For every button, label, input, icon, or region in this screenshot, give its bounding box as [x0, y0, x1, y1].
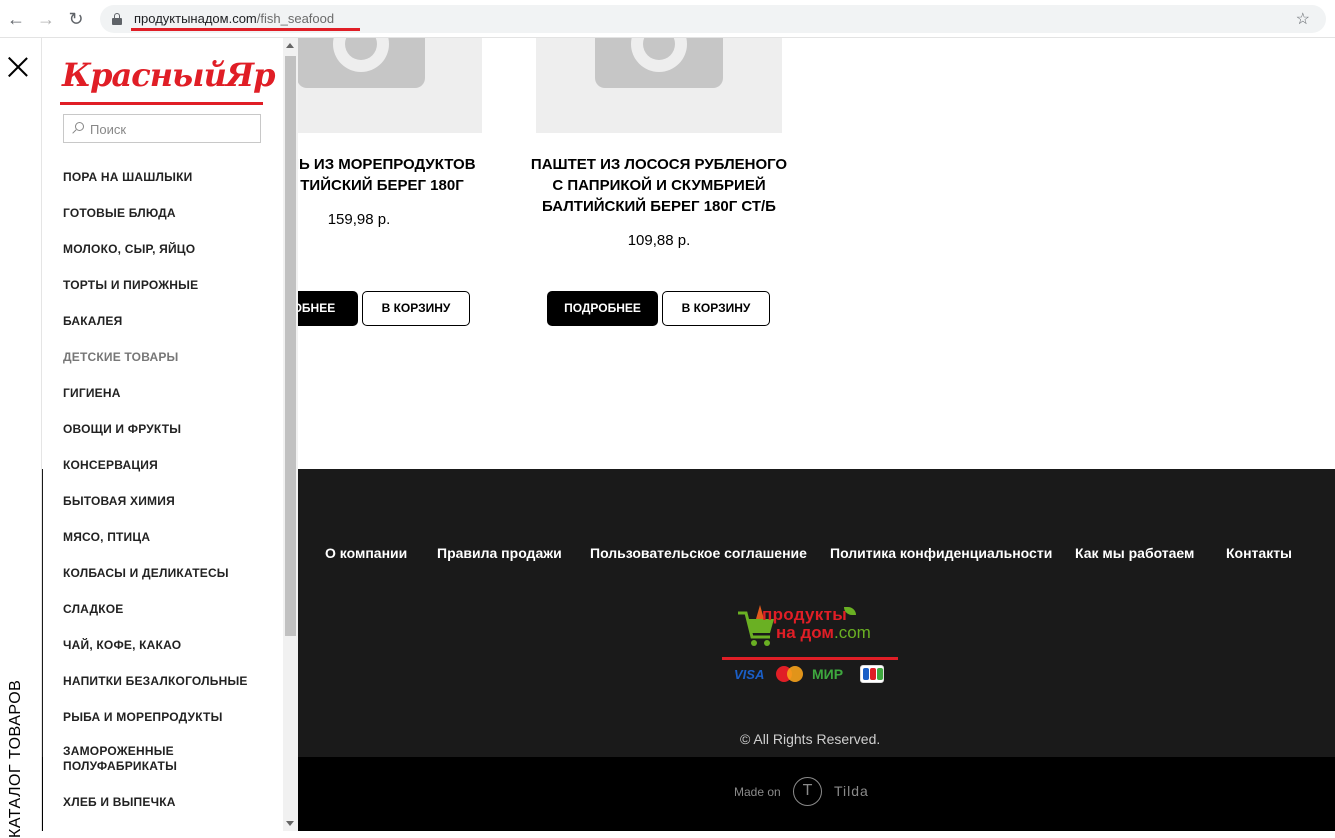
scroll-down-arrow-icon[interactable]	[286, 821, 294, 826]
payment-methods: VISA МИР	[734, 664, 886, 684]
product-details-button[interactable]: ПОДРОБНЕЕ	[547, 291, 658, 326]
menu-item-dairy[interactable]: МОЛОКО, СЫР, ЯЙЦО	[63, 242, 195, 257]
brand-annotation-underline	[60, 102, 263, 105]
menu-item-frozen-line: ПОЛУФАБРИКАТЫ	[63, 759, 178, 773]
menu-item-hygiene[interactable]: ГИГИЕНА	[63, 386, 121, 401]
url-annotation-underline	[131, 28, 360, 31]
visa-logo: VISA	[734, 667, 765, 682]
footer-link-sales-rules[interactable]: Правила продажи	[437, 545, 562, 561]
product-title-line: С ПАПРИКОЙ И СКУМБРИЕЙ	[552, 177, 766, 194]
menu-item-frozen-line: ЗАМОРОЖЕННЫЕ	[63, 744, 174, 758]
search-box[interactable]	[63, 114, 261, 143]
mastercard-icon	[776, 666, 804, 682]
footer-link-user-agreement[interactable]: Пользовательское соглашение	[590, 545, 807, 561]
menu-item-frozen[interactable]: ЗАМОРОЖЕННЫЕ ПОЛУФАБРИКАТЫ	[63, 744, 177, 774]
menu-item-bbq[interactable]: ПОРА НА ШАШЛЫКИ	[63, 170, 192, 185]
catalog-sidebar: КрасныйЯр ПОРА НА ШАШЛЫКИ ГОТОВЫЕ БЛЮДА …	[43, 38, 283, 831]
catalog-vertical-label[interactable]: КАТАЛОГ ТОВАРОВ	[7, 680, 25, 838]
footer-link-privacy-policy[interactable]: Политика конфиденциальности	[830, 545, 1052, 561]
reload-icon[interactable]: ↻	[66, 9, 86, 29]
back-arrow-icon[interactable]: ←	[6, 9, 26, 29]
footer-logo[interactable]: продукты на дом.com	[734, 603, 894, 659]
url-text[interactable]: продуктынадом.com/fish_seafood	[134, 11, 334, 26]
url-path: /fish_seafood	[256, 11, 335, 26]
logo-annotation-underline	[722, 657, 898, 660]
footer-link-contacts[interactable]: Контакты	[1226, 545, 1292, 561]
close-icon[interactable]	[7, 56, 29, 78]
made-on-text: Made on	[734, 785, 781, 799]
menu-item-meat[interactable]: МЯСО, ПТИЦА	[63, 530, 150, 545]
product-title-line: БАЛТИЙСКИЙ БЕРЕГ 180Г СТ/Б	[542, 198, 776, 215]
search-input[interactable]	[90, 119, 256, 139]
search-icon	[72, 122, 84, 134]
footer-link-about[interactable]: О компании	[325, 545, 407, 561]
product-title[interactable]: ПАШТЕТ ИЗ ЛОСОСЯ РУБЛЕНОГО С ПАПРИКОЙ И …	[515, 154, 803, 217]
product-title-line: ТИЙСКИЙ БЕРЕГ 180Г	[300, 177, 464, 194]
menu-item-grocery[interactable]: БАКАЛЕЯ	[63, 314, 122, 329]
scroll-up-arrow-icon[interactable]	[286, 43, 294, 48]
menu-item-ready-meals[interactable]: ГОТОВЫЕ БЛЮДА	[63, 206, 176, 221]
product-title-line: ЛЬ ИЗ МОРЕПРОДУКТОВ	[288, 156, 476, 173]
menu-item-fruits-vegetables[interactable]: ОВОЩИ И ФРУКТЫ	[63, 422, 181, 437]
product-price: 109,88 р.	[627, 232, 691, 249]
menu-item-bread[interactable]: ХЛЕБ И ВЫПЕЧКА	[63, 795, 176, 810]
jcb-icon	[860, 665, 884, 683]
menu-item-tea-coffee[interactable]: ЧАЙ, КОФЕ, КАКАО	[63, 638, 181, 653]
url-host: продуктынадом.com	[134, 11, 257, 26]
product-image-placeholder[interactable]	[536, 38, 782, 133]
mir-logo: МИР	[812, 666, 844, 682]
menu-close-strip: КАТАЛОГ ТОВАРОВ	[0, 38, 42, 838]
product-title-line: ПАШТЕТ ИЗ ЛОСОСЯ РУБЛЕНОГО	[530, 156, 788, 173]
menu-item-fish-seafood[interactable]: РЫБА И МОРЕПРОДУКТЫ	[63, 710, 223, 725]
sidebar-scrollbar[interactable]	[283, 38, 298, 831]
brand-logo[interactable]: КрасныйЯр	[62, 56, 275, 101]
menu-item-canned[interactable]: КОНСЕРВАЦИЯ	[63, 458, 158, 473]
scrollbar-thumb[interactable]	[285, 56, 296, 636]
footer-logo-line: на дом.com	[776, 623, 871, 643]
menu-item-kids[interactable]: ДЕТСКИЕ ТОВАРЫ	[63, 350, 179, 365]
copyright-text: © All Rights Reserved.	[740, 731, 881, 747]
footer-link-how-we-work[interactable]: Как мы работаем	[1075, 545, 1194, 561]
menu-item-sausages[interactable]: КОЛБАСЫ И ДЕЛИКАТЕСЫ	[63, 566, 229, 581]
tilda-text: Tilda	[834, 783, 869, 799]
menu-item-sweets[interactable]: СЛАДКОЕ	[63, 602, 124, 617]
camera-icon	[595, 38, 723, 88]
forward-arrow-icon[interactable]: →	[36, 9, 56, 29]
product-title[interactable]: ЛЬ ИЗ МОРЕПРОДУКТОВ ТИЙСКИЙ БЕРЕГ 180Г	[262, 154, 502, 196]
add-to-cart-button[interactable]: В КОРЗИНУ	[662, 291, 770, 326]
add-to-cart-button[interactable]: В КОРЗИНУ	[362, 291, 470, 326]
menu-item-soft-drinks[interactable]: НАПИТКИ БЕЗАЛКОГОЛЬНЫЕ	[63, 674, 248, 689]
brand-logo-text: КрасныйЯр	[62, 56, 275, 94]
camera-icon	[297, 38, 425, 88]
bookmark-star-icon[interactable]: ☆	[1296, 9, 1310, 29]
lock-icon	[112, 13, 122, 25]
browser-toolbar: ← → ↻ продуктынадом.com/fish_seafood ☆	[0, 0, 1335, 38]
footer-logo-suffix: .com	[833, 623, 871, 642]
menu-item-cakes[interactable]: ТОРТЫ И ПИРОЖНЫЕ	[63, 278, 198, 293]
menu-item-household-chemicals[interactable]: БЫТОВАЯ ХИМИЯ	[63, 494, 175, 509]
tilda-logo-icon: T	[793, 777, 822, 806]
footer-logo-line: продукты	[762, 605, 848, 624]
footer-logo-word: на дом	[776, 623, 834, 642]
